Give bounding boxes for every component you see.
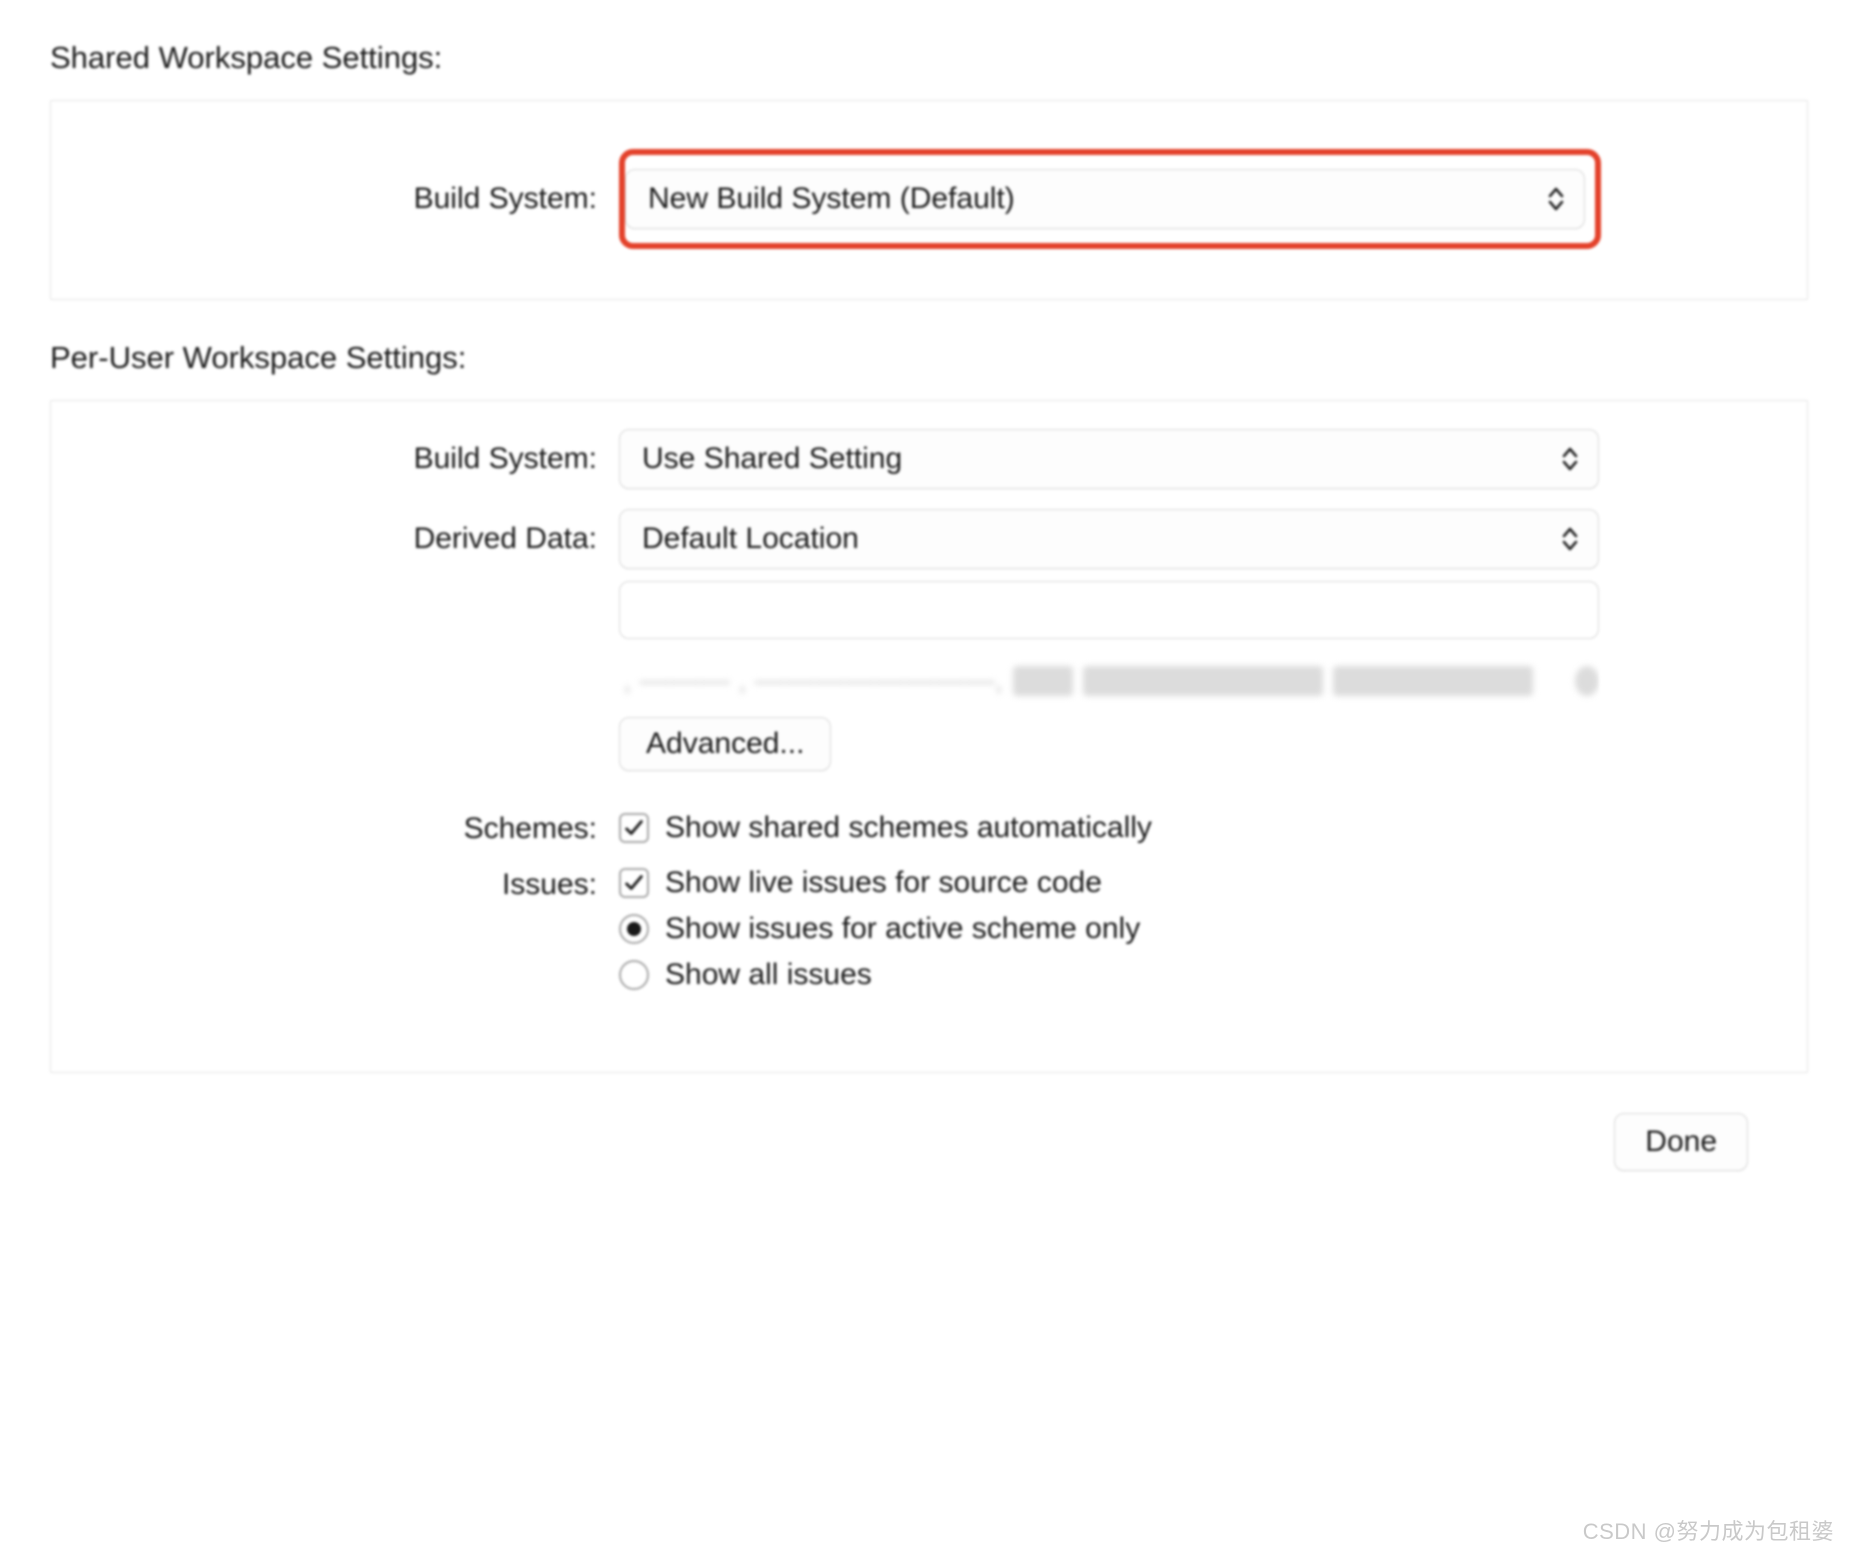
derived-data-path-input[interactable] — [619, 581, 1599, 639]
per-user-settings-title: Per-User Workspace Settings: — [50, 340, 1808, 376]
show-shared-schemes-checkbox[interactable]: Show shared schemes automatically — [619, 811, 1152, 845]
per-user-build-system-label: Build System: — [79, 442, 619, 476]
shared-build-system-label: Build System: — [79, 182, 619, 216]
issues-label: Issues: — [79, 866, 619, 902]
checkmark-icon — [619, 813, 649, 843]
shared-build-system-select[interactable]: New Build System (Default) — [625, 169, 1585, 229]
derived-data-value: Default Location — [642, 522, 859, 556]
updown-icon — [1560, 446, 1580, 472]
done-button[interactable]: Done — [1614, 1113, 1748, 1171]
shared-settings-title: Shared Workspace Settings: — [50, 40, 1808, 76]
per-user-settings-panel: Build System: Use Shared Setting Derived… — [50, 400, 1808, 1073]
issues-show-all-radio[interactable]: Show all issues — [619, 958, 1599, 992]
schemes-label: Schemes: — [79, 812, 619, 846]
shared-build-system-value: New Build System (Default) — [648, 182, 1015, 216]
issues-active-only-label: Show issues for active scheme only — [665, 912, 1140, 946]
show-live-issues-label: Show live issues for source code — [665, 866, 1102, 900]
derived-data-path-readout: , ——— , ————————, — [619, 657, 1599, 705]
per-user-build-system-select[interactable]: Use Shared Setting — [619, 429, 1599, 489]
issues-active-only-radio[interactable]: Show issues for active scheme only — [619, 912, 1599, 946]
issues-show-all-label: Show all issues — [665, 958, 872, 992]
derived-data-select[interactable]: Default Location — [619, 509, 1599, 569]
build-system-highlight: New Build System (Default) — [619, 149, 1601, 249]
advanced-button[interactable]: Advanced... — [619, 717, 831, 771]
checkmark-icon — [619, 868, 649, 898]
show-live-issues-checkbox[interactable]: Show live issues for source code — [619, 866, 1599, 900]
shared-settings-panel: Build System: New Build System (Default) — [50, 100, 1808, 300]
per-user-build-system-value: Use Shared Setting — [642, 442, 902, 476]
updown-icon — [1546, 186, 1566, 212]
watermark: CSDN @努力成为包租婆 — [1583, 1514, 1834, 1546]
show-shared-schemes-label: Show shared schemes automatically — [665, 811, 1152, 845]
updown-icon — [1560, 526, 1580, 552]
derived-data-label: Derived Data: — [79, 522, 619, 556]
radio-icon — [619, 914, 649, 944]
radio-icon — [619, 960, 649, 990]
